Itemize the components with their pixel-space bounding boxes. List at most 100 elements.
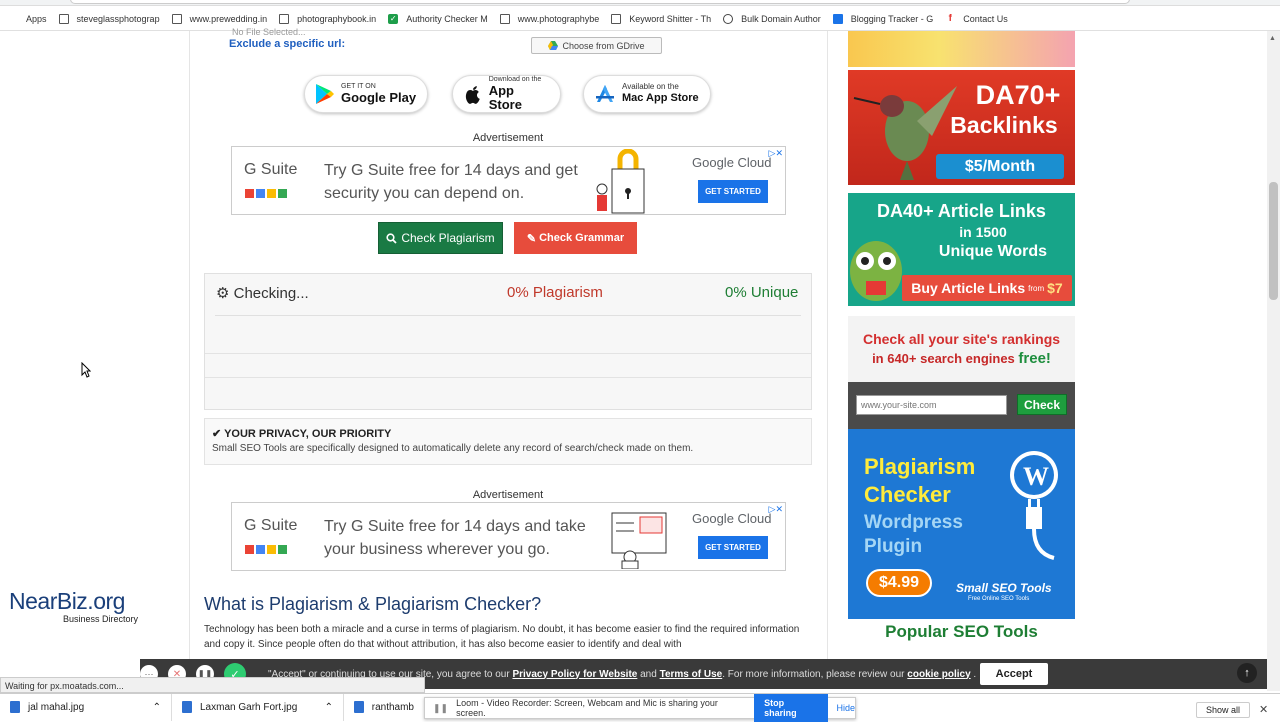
bookmark-item[interactable]: photographybook.in <box>279 13 376 24</box>
terms-link[interactable]: Terms of Use <box>660 669 723 680</box>
page-icon <box>499 13 510 24</box>
cookie-policy-link[interactable]: cookie policy <box>907 669 970 680</box>
popular-seo-tools-heading: Popular SEO Tools <box>885 622 1038 641</box>
bookmark-item[interactable]: steveglassphotograp <box>58 13 160 24</box>
da70-subtitle: Backlinks <box>950 112 1058 138</box>
da40-article-links-banner[interactable]: DA40+ Article Links in 1500 Unique Words… <box>848 193 1075 306</box>
privacy-policy-link[interactable]: Privacy Policy for Website <box>512 669 637 680</box>
download-item[interactable]: ranthamb <box>344 694 424 721</box>
divider <box>205 353 811 354</box>
gdrive-button[interactable]: Choose from GDrive <box>531 37 662 54</box>
badge-big-text: Google Play <box>341 90 417 105</box>
gdrive-icon <box>548 41 559 50</box>
wordpress-plug-icon: W <box>1010 451 1058 560</box>
page-icon <box>171 13 182 24</box>
nearbiz-logo: NearBiz.org <box>9 588 125 614</box>
brand-f-icon: f <box>948 13 952 24</box>
bookmark-label: Authority Checker M <box>406 13 488 24</box>
bookmark-item[interactable]: www.photographybe <box>499 13 600 24</box>
buy-article-links-button: Buy Article Links from $7 <box>902 275 1072 301</box>
page-icon <box>279 13 290 24</box>
da40-sub1: in 1500 <box>959 224 1007 240</box>
ad-text: Try G Suite free for 14 days and take yo… <box>324 518 586 558</box>
gdrive-button-label: Choose from GDrive <box>562 40 645 51</box>
plugin-tagline: Free Online SEO Tools <box>968 596 1030 602</box>
scrollbar-thumb[interactable] <box>1269 182 1278 300</box>
accept-cookies-button[interactable]: Accept <box>980 663 1048 685</box>
site-url-input[interactable] <box>856 395 1007 415</box>
app-store-badge[interactable]: Download on the App Store <box>452 75 561 113</box>
plugin-line4: Plugin <box>864 536 923 557</box>
advertisement-label: Advertisement <box>472 132 544 144</box>
gsuite-logo: G Suite <box>244 517 298 534</box>
globe-icon <box>723 13 734 24</box>
bookmark-item[interactable]: Blogging Tracker - G <box>832 13 933 24</box>
chevron-up-icon[interactable]: ⌃ <box>153 702 161 713</box>
rank-line2-text: in 640+ search engines <box>872 351 1015 366</box>
download-item[interactable]: jal mahal.jpg ⌃ <box>0 693 172 721</box>
google-play-badge[interactable]: GET IT ON Google Play <box>304 75 428 113</box>
loom-sharing-bar: ❚❚ Loom - Video Recorder: Screen, Webcam… <box>424 694 856 722</box>
da40-sub2: Unique Words <box>938 243 1048 260</box>
da40-title: DA40+ Article Links <box>877 201 1046 221</box>
bookmark-item[interactable]: f Contact Us <box>945 14 1008 24</box>
exclude-url-label: Exclude a specific url: <box>229 38 346 50</box>
buy-label: Buy Article Links <box>911 280 1026 296</box>
bookmark-label: Contact Us <box>963 13 1008 24</box>
stop-sharing-button[interactable]: Stop sharing <box>754 694 829 722</box>
bookmark-item[interactable]: www.prewedding.in <box>171 13 268 24</box>
bookmarks-bar: Apps steveglassphotograp www.prewedding.… <box>0 7 1280 31</box>
hide-button[interactable]: Hide <box>836 703 855 713</box>
wordpress-plugin-banner[interactable]: Plagiarism Checker Wordpress Plugin W $4… <box>848 429 1075 619</box>
rank-check-button[interactable]: Check <box>1017 394 1067 415</box>
close-shelf-icon[interactable]: ✕ <box>1259 703 1268 716</box>
sidebar-banner-top[interactable] <box>848 31 1075 67</box>
plugin-line3: Wordpress <box>864 512 963 533</box>
plugin-line2: Checker <box>864 482 951 507</box>
ad-choices-icon[interactable]: ▷✕ <box>769 504 783 515</box>
privacy-title-text: YOUR PRIVACY, OUR PRIORITY <box>224 428 392 440</box>
page-scrollbar[interactable]: ▲ <box>1267 31 1280 691</box>
get-started-button[interactable]: GET STARTED <box>698 536 768 559</box>
divider <box>205 377 811 378</box>
file-status: No File Selected... <box>232 27 306 37</box>
rank-line2: in 640+ search engines free! <box>848 350 1075 367</box>
check-status-text: Checking... <box>233 285 309 302</box>
bookmark-label: www.photographybe <box>517 13 600 24</box>
url-field[interactable] <box>70 0 1130 4</box>
bookmark-label: www.prewedding.in <box>189 13 268 24</box>
svg-text:W: W <box>1023 462 1049 491</box>
show-all-downloads-button[interactable]: Show all <box>1196 702 1250 718</box>
gsuite-ad[interactable]: G Suite Try G Suite free for 14 days and… <box>231 146 786 215</box>
da70-title: DA70+ <box>975 80 1061 110</box>
bookmark-item[interactable]: Keyword Shitter - Th <box>611 13 711 24</box>
scroll-to-top-icon[interactable]: ↑ <box>1237 663 1257 683</box>
check-grammar-button[interactable]: ✎ Check Grammar <box>514 222 637 254</box>
gsuite-app-icons <box>245 545 287 554</box>
image-file-icon <box>354 701 364 713</box>
bookmark-apps[interactable]: Apps <box>8 14 47 24</box>
check-plagiarism-button[interactable]: Check Plagiarism <box>378 222 503 254</box>
da70-backlinks-banner[interactable]: DA70+ Backlinks $5/Month <box>848 70 1075 185</box>
get-started-button[interactable]: GET STARTED <box>698 180 768 203</box>
bookmark-label: Bulk Domain Author <box>741 13 821 24</box>
pencil-icon: ✎ <box>526 232 537 245</box>
check-grammar-label: Check Grammar <box>539 232 625 244</box>
search-icon <box>386 232 397 244</box>
mac-app-store-icon <box>596 85 614 102</box>
gsuite-ad[interactable]: G Suite Try G Suite free for 14 days and… <box>231 502 786 571</box>
privacy-title: ✔ YOUR PRIVACY, OUR PRIORITY <box>212 427 391 440</box>
bookmark-item[interactable]: ✓ Authority Checker M <box>388 13 488 24</box>
scroll-up-icon[interactable]: ▲ <box>1269 35 1276 42</box>
gsuite-app-icons <box>245 189 287 198</box>
browser-status-bubble: Waiting for px.moatads.com... <box>0 677 425 693</box>
page-icon <box>611 13 622 24</box>
privacy-notice <box>204 418 812 465</box>
mac-app-store-badge[interactable]: Available on the Mac App Store <box>583 75 711 113</box>
bookmark-item[interactable]: Bulk Domain Author <box>723 13 821 24</box>
badge-big-text: Mac App Store <box>622 92 699 104</box>
download-item[interactable]: Laxman Garh Fort.jpg ⌃ <box>172 693 344 721</box>
mouse-cursor-icon <box>81 362 91 378</box>
chevron-up-icon[interactable]: ⌃ <box>325 702 333 713</box>
ad-choices-icon[interactable]: ▷✕ <box>769 148 783 159</box>
